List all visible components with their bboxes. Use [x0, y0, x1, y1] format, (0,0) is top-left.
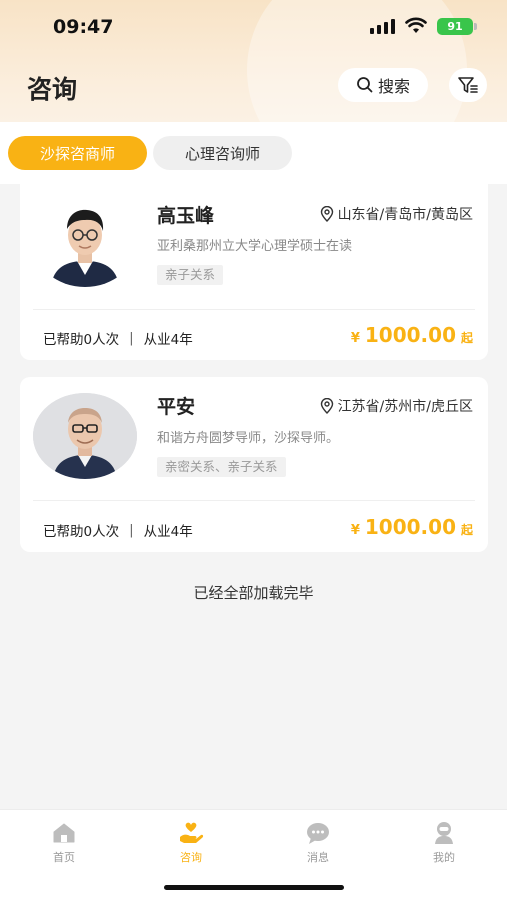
helped-count: 已帮助0人次 — [43, 332, 120, 348]
consultant-name: 平安 — [157, 396, 196, 418]
price-suffix: 起 — [460, 523, 473, 537]
location-text: 江苏省/苏州市/虎丘区 — [337, 399, 473, 415]
nav-item-me[interactable]: 我的 — [404, 820, 484, 865]
category-tabs: 沙探咨商师 心理咨询师 — [0, 122, 507, 184]
experience-years: 从业4年 — [143, 332, 193, 348]
user-icon — [435, 822, 453, 844]
tab-sand-counselor[interactable]: 沙探咨商师 — [8, 136, 147, 170]
consultant-location: 江苏省/苏州市/虎丘区 — [320, 396, 473, 416]
currency-symbol: ¥ — [350, 523, 360, 538]
stats-separator: | — [129, 330, 134, 346]
price-suffix: 起 — [460, 331, 473, 345]
consultant-card[interactable]: 高玉峰 山东省/青岛市/黄岛区 亚利桑那州立大学心理学硕士在读 亲子关系 已帮助… — [20, 184, 488, 360]
helped-count: 已帮助0人次 — [43, 524, 120, 540]
nav-label-home: 首页 — [53, 851, 75, 864]
filter-button[interactable] — [449, 68, 487, 102]
battery-icon: 91 — [437, 18, 477, 35]
cellular-signal-icon — [370, 19, 395, 34]
experience-years: 从业4年 — [143, 524, 193, 540]
status-bar: 09:47 91 — [0, 0, 507, 56]
search-label: 搜索 — [377, 77, 410, 96]
specialty-tag: 亲子关系 — [157, 265, 224, 285]
status-time: 09:47 — [53, 16, 114, 38]
avatar — [33, 393, 137, 479]
stats-separator: | — [129, 522, 134, 538]
card-divider — [33, 309, 475, 310]
nav-item-messages[interactable]: 消息 — [278, 820, 358, 865]
specialty-tag: 亲密关系、亲子关系 — [157, 457, 286, 477]
page-title: 咨询 — [27, 75, 78, 104]
currency-symbol: ¥ — [350, 331, 360, 346]
wifi-icon — [405, 17, 427, 33]
location-text: 山东省/青岛市/黄岛区 — [337, 207, 473, 223]
list-end-text: 已经全部加载完毕 — [193, 584, 314, 602]
consultant-intro: 和谐方舟圆梦导师，沙探导师。 — [157, 431, 340, 446]
home-indicator — [164, 885, 344, 890]
consultant-stats: 已帮助0人次 | 从业4年 — [43, 520, 193, 540]
location-pin-icon — [320, 398, 333, 414]
consultant-name: 高玉峰 — [157, 205, 215, 227]
nav-label-messages: 消息 — [307, 851, 329, 864]
consultant-intro: 亚利桑那州立大学心理学硕士在读 — [157, 239, 353, 254]
nav-item-home[interactable]: 首页 — [24, 820, 104, 865]
nav-item-consult[interactable]: 咨询 — [151, 820, 231, 865]
consultant-stats: 已帮助0人次 | 从业4年 — [43, 328, 193, 348]
consultant-location: 山东省/青岛市/黄岛区 — [320, 204, 473, 224]
chat-icon — [307, 823, 329, 844]
nav-label-me: 我的 — [433, 851, 455, 864]
consultant-price: ¥ 1000.00 起 — [351, 515, 473, 539]
search-button[interactable]: 搜索 — [338, 68, 428, 102]
price-amount: 1000.00 — [364, 515, 456, 539]
consultant-price: ¥ 1000.00 起 — [351, 323, 473, 347]
home-icon — [53, 823, 75, 843]
heart-hand-icon — [180, 822, 204, 843]
price-amount: 1000.00 — [364, 323, 456, 347]
avatar — [33, 197, 137, 287]
filter-icon — [458, 77, 478, 93]
tab-psych-counselor[interactable]: 心理咨询师 — [153, 136, 292, 170]
location-pin-icon — [320, 206, 333, 222]
card-divider — [33, 500, 475, 501]
consultant-card[interactable]: 平安 江苏省/苏州市/虎丘区 和谐方舟圆梦导师，沙探导师。 亲密关系、亲子关系 … — [20, 377, 488, 552]
nav-label-consult: 咨询 — [180, 851, 202, 864]
search-icon — [357, 77, 373, 93]
